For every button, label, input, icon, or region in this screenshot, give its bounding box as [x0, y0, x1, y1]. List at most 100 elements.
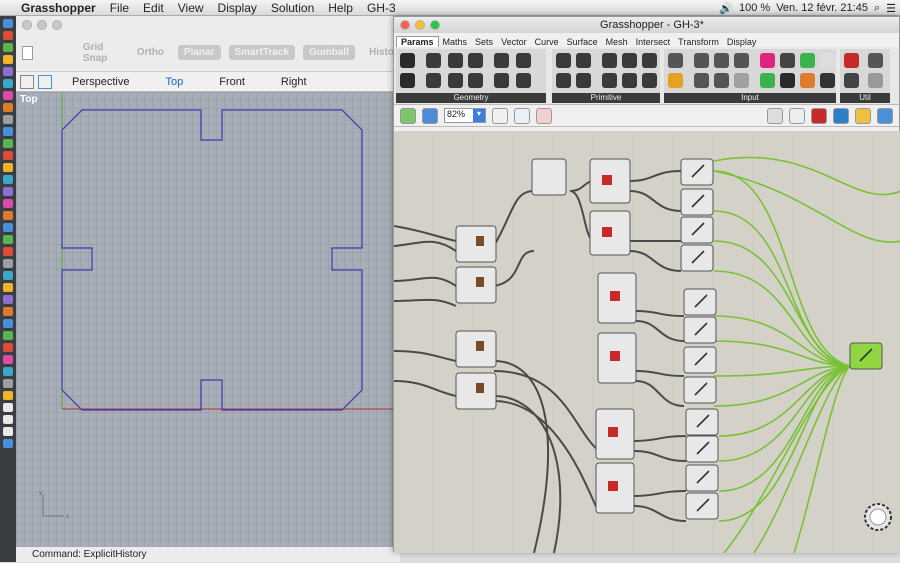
tab-perspective[interactable]: Perspective: [56, 76, 145, 88]
dock-app-icon[interactable]: [3, 199, 13, 208]
circle-param-icon[interactable]: [448, 73, 463, 88]
dock-app-icon[interactable]: [3, 307, 13, 316]
tab-maths[interactable]: Maths: [439, 37, 472, 47]
help-icon[interactable]: [877, 107, 893, 124]
guid-param-icon[interactable]: [642, 73, 657, 88]
zoom-icon[interactable]: [52, 20, 62, 30]
close-icon[interactable]: [400, 20, 410, 30]
list-icon[interactable]: [714, 73, 729, 88]
dock-app-icon[interactable]: [3, 175, 13, 184]
number-param-icon[interactable]: [602, 53, 617, 68]
minimize-icon[interactable]: [415, 20, 425, 30]
cherry-picker-icon[interactable]: [844, 53, 859, 68]
menu-file[interactable]: File: [103, 1, 136, 15]
arc-param-icon[interactable]: [468, 73, 483, 88]
top-viewport[interactable]: Top y x: [16, 92, 400, 546]
dock-app-icon[interactable]: [3, 223, 13, 232]
dock-app-icon[interactable]: [3, 343, 13, 352]
tab-top[interactable]: Top: [149, 76, 199, 88]
grid-snap-toggle[interactable]: Grid Snap: [77, 40, 123, 66]
ortho-toggle[interactable]: Ortho: [131, 45, 170, 60]
group-param-icon[interactable]: [516, 73, 531, 88]
dock-app-icon[interactable]: [3, 331, 13, 340]
menu-edit[interactable]: Edit: [136, 1, 171, 15]
dock-app-icon[interactable]: [3, 367, 13, 376]
value-list-icon[interactable]: [734, 73, 749, 88]
zoom-extents-icon[interactable]: [492, 107, 508, 124]
arrow-right-icon[interactable]: [868, 53, 883, 68]
open-file-icon[interactable]: [400, 107, 416, 124]
brep-param-icon[interactable]: [494, 53, 509, 68]
colour-wheel-icon[interactable]: [800, 53, 815, 68]
dock-app-icon[interactable]: [3, 235, 13, 244]
dock-app-icon[interactable]: [3, 283, 13, 292]
dock-app-icon[interactable]: [3, 391, 13, 400]
dock-app-icon[interactable]: [3, 115, 13, 124]
save-icon[interactable]: [422, 107, 438, 124]
dock-app-icon[interactable]: [3, 439, 13, 448]
cluster-icon[interactable]: [844, 73, 859, 88]
smarttrack-toggle[interactable]: SmartTrack: [228, 45, 295, 60]
globe-icon[interactable]: [833, 107, 849, 124]
tab-curve[interactable]: Curve: [531, 37, 563, 47]
text-param-icon[interactable]: [576, 73, 591, 88]
colour-param-icon[interactable]: [602, 73, 617, 88]
tab-intersect[interactable]: Intersect: [632, 37, 675, 47]
selected-preview-icon[interactable]: [855, 107, 871, 124]
path-param-icon[interactable]: [622, 73, 637, 88]
curve-param-icon[interactable]: [448, 53, 463, 68]
menu-view[interactable]: View: [171, 1, 211, 15]
tab-vector[interactable]: Vector: [497, 37, 531, 47]
box-param-icon[interactable]: [494, 73, 509, 88]
dock-app-icon[interactable]: [3, 163, 13, 172]
file-icon[interactable]: [694, 53, 709, 68]
dock-app-icon[interactable]: [3, 355, 13, 364]
menu-help[interactable]: Help: [321, 1, 360, 15]
dock-app-icon[interactable]: [3, 211, 13, 220]
four-view-icon[interactable]: [20, 74, 34, 89]
colour-swatch-icon[interactable]: [760, 53, 775, 68]
dock-app-icon[interactable]: [3, 139, 13, 148]
plane-param-icon[interactable]: [426, 73, 441, 88]
dock-app-icon[interactable]: [3, 259, 13, 268]
md-slider-icon[interactable]: [820, 73, 835, 88]
dock-app-icon[interactable]: [3, 55, 13, 64]
vector-param-icon[interactable]: [642, 53, 657, 68]
dock-app-icon[interactable]: [3, 67, 13, 76]
dock-app-icon[interactable]: [3, 103, 13, 112]
dock-app-icon[interactable]: [3, 319, 13, 328]
relay-icon[interactable]: [868, 73, 883, 88]
boolean-param-icon[interactable]: [556, 53, 571, 68]
tab-front[interactable]: Front: [203, 76, 261, 88]
menu-gh3[interactable]: GH-3: [360, 1, 403, 15]
dock-app-icon[interactable]: [3, 415, 13, 424]
dock-app-icon[interactable]: [3, 31, 13, 40]
dock-app-icon[interactable]: [3, 187, 13, 196]
tab-mesh[interactable]: Mesh: [602, 37, 632, 47]
zoom-icon[interactable]: [430, 20, 440, 30]
integer-param-icon[interactable]: [576, 53, 591, 68]
dock-app-icon[interactable]: [3, 91, 13, 100]
dock-app-icon[interactable]: [3, 271, 13, 280]
tab-surface[interactable]: Surface: [563, 37, 602, 47]
point-param-icon[interactable]: [426, 53, 441, 68]
shaded-preview-icon[interactable]: [767, 107, 783, 124]
dock-app-icon[interactable]: [3, 379, 13, 388]
dock-app-icon[interactable]: [3, 79, 13, 88]
tab-display[interactable]: Display: [723, 37, 761, 47]
gene-pool-icon[interactable]: [760, 73, 775, 88]
search-icon[interactable]: ⌕: [874, 2, 880, 15]
command-line[interactable]: Command: ExplicitHistory: [16, 546, 400, 562]
minimize-icon[interactable]: [37, 20, 47, 30]
single-view-icon[interactable]: [38, 74, 52, 89]
import-icon[interactable]: [668, 53, 683, 68]
dock-app-icon[interactable]: [3, 295, 13, 304]
sketch-icon[interactable]: [536, 107, 552, 124]
panel-icon[interactable]: [734, 53, 749, 68]
line-param-icon[interactable]: [400, 73, 415, 88]
menu-display[interactable]: Display: [211, 1, 264, 15]
planar-toggle[interactable]: Planar: [177, 45, 221, 60]
control-knob-icon[interactable]: [820, 53, 835, 68]
gumball-toggle[interactable]: Gumball: [302, 45, 355, 60]
gh-canvas[interactable]: [394, 131, 900, 553]
